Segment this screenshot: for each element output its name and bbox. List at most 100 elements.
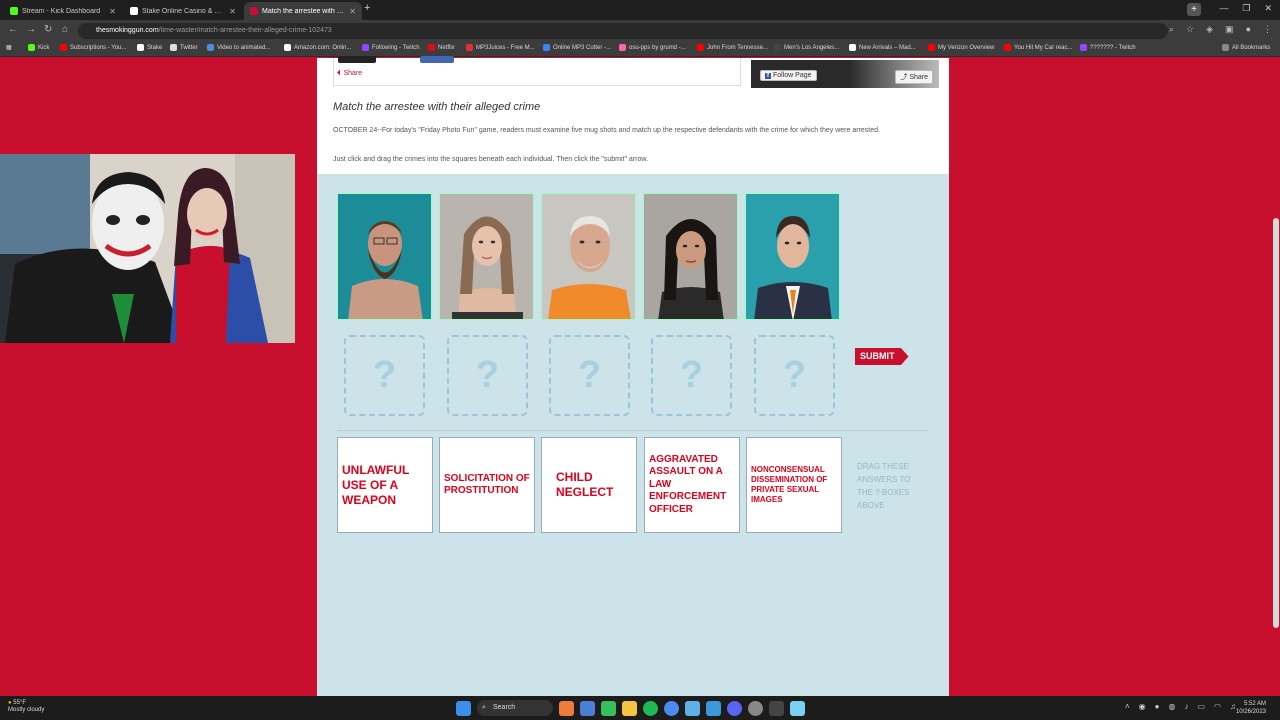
bookmark-mp3cutter[interactable]: Online MP3 Cutter -... (543, 44, 611, 51)
minimize-icon[interactable]: — (1219, 3, 1228, 14)
bookmark-verizon[interactable]: My Verizon Overview (928, 44, 994, 51)
app-icon[interactable] (685, 700, 700, 716)
app-icon[interactable] (601, 700, 616, 716)
drop-slot-3[interactable]: ? (549, 335, 630, 416)
profile-icon[interactable]: ● (1246, 24, 1251, 35)
mic-icon[interactable]: ♪ (1184, 702, 1188, 711)
drop-slot-4[interactable]: ? (651, 335, 732, 416)
bookmark-stake[interactable]: Stake (137, 44, 162, 51)
submit-button[interactable]: SUBMIT (855, 348, 909, 365)
address-bar[interactable]: thesmokinggun.com/time-waster/match-arre… (78, 23, 1168, 39)
forward-icon[interactable]: → (26, 24, 36, 35)
bookmark-twitter[interactable]: Twitter (170, 44, 198, 51)
facebook-button[interactable] (420, 56, 454, 63)
share-widget (333, 56, 741, 86)
bookmark-twitch-2[interactable]: ??????? - Twitch (1080, 44, 1136, 51)
search-icon: ⌕ (482, 704, 486, 711)
widgets-icon[interactable] (559, 700, 574, 716)
all-bookmarks-label: All Bookmarks (1232, 44, 1271, 51)
verizon-icon (928, 44, 935, 51)
spotify-icon[interactable] (643, 700, 658, 716)
follow-page-button[interactable]: f Follow Page (760, 70, 817, 81)
discord-icon[interactable] (727, 700, 742, 716)
reload-icon[interactable]: ↻ (44, 24, 52, 35)
bookmark-star-icon[interactable]: ☆ (1186, 24, 1194, 35)
social-button[interactable] (338, 56, 376, 63)
app-icon[interactable] (706, 700, 721, 716)
instructions-text: Just click and drag the crimes into the … (333, 156, 648, 163)
answer-card-3[interactable]: CHILD NEGLECT (541, 437, 637, 533)
app-icon[interactable] (790, 700, 805, 716)
tab-title: Stream - Kick Dashboard (22, 7, 101, 15)
new-tab-icon[interactable]: + (364, 2, 370, 14)
taskbar-apps: ⌕ Search (456, 700, 805, 716)
bookmark-john[interactable]: John From Tennesse... (697, 44, 768, 51)
bookmark-you-hit[interactable]: You Hit My Car reac... (1004, 44, 1072, 51)
chevron-up-icon[interactable]: ˄ (1125, 702, 1130, 711)
close-icon[interactable]: ✕ (349, 7, 356, 16)
bookmark-youtube[interactable]: Subscriptions - You... (60, 44, 126, 51)
weather-widget[interactable]: ● 55°F Mostly cloudy (8, 700, 44, 714)
system-tray: ˄ ◉ ● ◍ ♪ ▭ ◠ ♫ (1125, 702, 1236, 711)
app-icon[interactable] (580, 700, 595, 716)
bookmark-label: Men's Los Angeles... (784, 44, 840, 51)
close-icon[interactable]: ✕ (229, 7, 236, 16)
close-icon[interactable]: ✕ (109, 7, 116, 16)
facebook-icon: f (765, 73, 771, 79)
bookmark-twitch[interactable]: Following - Twitch (362, 44, 420, 51)
apps-icon[interactable]: ▦ (6, 44, 12, 51)
app-icon[interactable] (769, 700, 784, 716)
bookmark-new-arrivals[interactable]: New Arrivals – Mad... (849, 44, 916, 51)
page-scrollbar[interactable] (1272, 58, 1280, 696)
extension-plus-icon[interactable]: + (1187, 3, 1201, 16)
bookmark-label: MP3Juices - Free M... (476, 44, 535, 51)
answer-card-5[interactable]: NONCONSENSUAL DISSEMINATION OF PRIVATE S… (746, 437, 842, 533)
drop-slot-5[interactable]: ? (754, 335, 835, 416)
tray-icon[interactable]: ● (1155, 702, 1160, 711)
menu-icon[interactable]: ⋮ (1263, 24, 1272, 35)
video-icon (207, 44, 214, 51)
tab-stake[interactable]: Stake Online Casino & Sports ✕ (124, 2, 242, 20)
chrome-icon[interactable] (664, 700, 679, 716)
taskbar-clock[interactable]: 5:52 AM 10/26/2023 (1236, 700, 1266, 716)
wifi-icon[interactable]: ◠ (1214, 702, 1221, 711)
bookmark-netflix[interactable]: Netflix (428, 44, 455, 51)
weather-temp: 55°F (13, 700, 27, 706)
drop-slot-1[interactable]: ? (344, 335, 425, 416)
bookmark-osu[interactable]: osu-pps by grumd -... (619, 44, 686, 51)
stake-icon (137, 44, 144, 51)
file-explorer-icon[interactable] (622, 700, 637, 716)
bookmark-video[interactable]: Video to animated... (207, 44, 270, 51)
tray-icon[interactable]: ◍ (1168, 702, 1175, 711)
tab-match-arrestee[interactable]: Match the arrestee with their a ✕ (244, 2, 362, 20)
bookmark-mp3juices[interactable]: MP3Juices - Free M... (466, 44, 535, 51)
tray-icon[interactable]: ◉ (1139, 702, 1146, 711)
sidebar-icon[interactable]: ▣ (1225, 24, 1234, 35)
bookmark-label: My Verizon Overview (938, 44, 995, 51)
mugshot-2 (439, 193, 534, 320)
tab-kick-dashboard[interactable]: Stream - Kick Dashboard ✕ (4, 2, 122, 20)
display-icon[interactable]: ▭ (1197, 702, 1205, 711)
fb-share-button[interactable]: ⤴ Share (895, 70, 933, 84)
weather-desc: Mostly cloudy (8, 707, 45, 713)
close-window-icon[interactable]: ✕ (1264, 3, 1272, 14)
extensions-icon[interactable]: ◈ (1206, 24, 1213, 35)
bookmark-amazon[interactable]: Amazon.com: Onlin... (284, 44, 351, 51)
bookmark-mens[interactable]: Men's Los Angeles... (774, 44, 839, 51)
obs-icon[interactable] (748, 700, 763, 716)
taskbar-search[interactable]: ⌕ Search (477, 700, 553, 716)
restore-icon[interactable]: ❐ (1242, 3, 1250, 14)
all-bookmarks[interactable]: All Bookmarks (1222, 44, 1270, 51)
answer-card-1[interactable]: UNLAWFUL USE OF A WEAPON (337, 437, 433, 533)
drop-slot-2[interactable]: ? (447, 335, 528, 416)
zoom-icon[interactable]: ⌕ (1169, 24, 1174, 35)
kick-icon (10, 7, 18, 15)
windows-start-icon[interactable] (456, 700, 471, 716)
back-icon[interactable]: ← (8, 24, 18, 35)
home-icon[interactable]: ⌂ (62, 24, 68, 35)
answer-card-4[interactable]: AGGRAVATED ASSAULT ON A LAW ENFORCEMENT … (644, 437, 740, 533)
bookmark-kick[interactable]: Kick (28, 44, 49, 51)
scrollbar-thumb[interactable] (1273, 218, 1279, 628)
share-link[interactable]: ⏴ Share (337, 70, 362, 78)
answer-card-2[interactable]: SOLICITATION OF PROSTITUTION (439, 437, 535, 533)
